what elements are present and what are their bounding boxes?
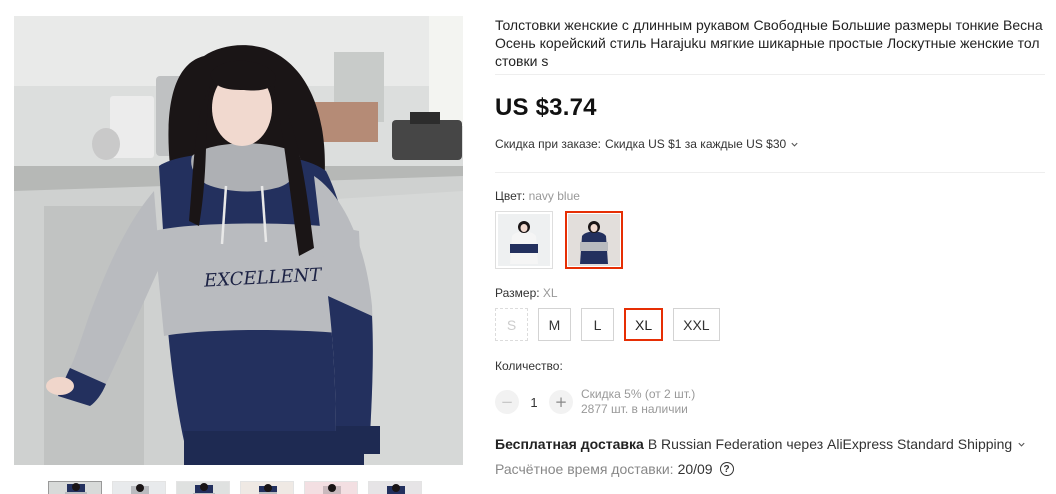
- gallery-thumb-1[interactable]: [48, 481, 102, 494]
- size-label-text: Размер:: [495, 286, 540, 300]
- thumbnail-strip: [48, 481, 422, 494]
- shipping-selector[interactable]: Бесплатная доставка В Russian Federation…: [495, 436, 1026, 452]
- stock-note: 2877 шт. в наличии: [581, 402, 688, 416]
- gallery-thumb-5[interactable]: [304, 481, 358, 494]
- size-option-l[interactable]: L: [581, 308, 614, 341]
- bulk-discount-note: Скидка 5% (от 2 шт.): [581, 387, 696, 401]
- size-option-m[interactable]: M: [538, 308, 571, 341]
- free-shipping-label: Бесплатная доставка: [495, 436, 644, 452]
- product-info: Толстовки женские с длинным рукавом Своб…: [495, 16, 1045, 70]
- product-price: US $3.74: [495, 94, 597, 121]
- shipping-details: В Russian Federation через AliExpress St…: [647, 436, 1013, 452]
- size-label: Размер: XL: [495, 286, 558, 300]
- product-main-image[interactable]: EXCELLENT: [14, 16, 463, 465]
- gallery-thumb-3[interactable]: [176, 481, 230, 494]
- quantity-value[interactable]: 1: [519, 395, 549, 410]
- order-discount[interactable]: Скидка при заказе: Скидка US $1 за кажды…: [495, 137, 799, 151]
- section-divider: [495, 172, 1045, 173]
- quantity-decrease-button[interactable]: −: [495, 390, 519, 414]
- product-title: Толстовки женские с длинным рукавом Своб…: [495, 17, 1043, 69]
- discount-value: Скидка US $1 за каждые US $30: [604, 137, 787, 151]
- gallery-thumb-2[interactable]: [112, 481, 166, 494]
- gallery-thumb-4[interactable]: [240, 481, 294, 494]
- size-option-xxl[interactable]: XXL: [673, 308, 720, 341]
- eta-label: Расчётное время доставки:: [495, 461, 674, 477]
- color-swatches: [495, 211, 623, 269]
- color-label: Цвет: navy blue: [495, 189, 580, 203]
- color-swatch-2[interactable]: [565, 211, 623, 269]
- chevron-down-icon: [1018, 442, 1025, 447]
- size-selected-value: XL: [542, 286, 558, 300]
- title-divider: [495, 74, 1045, 75]
- eta-date: 20/09: [677, 461, 713, 477]
- color-label-text: Цвет:: [495, 189, 526, 203]
- size-options: S M L XL XXL: [495, 308, 720, 341]
- discount-label: Скидка при заказе:: [495, 137, 601, 151]
- color-swatch-1[interactable]: [495, 211, 553, 269]
- quantity-increase-button[interactable]: +: [549, 390, 573, 414]
- color-selected-value: navy blue: [528, 189, 580, 203]
- size-option-xl[interactable]: XL: [624, 308, 664, 341]
- size-option-s[interactable]: S: [495, 308, 528, 341]
- delivery-estimate: Расчётное время доставки: 20/09 ?: [495, 461, 734, 477]
- quantity-label: Количество:: [495, 359, 563, 373]
- gallery-thumb-6[interactable]: [368, 481, 422, 494]
- quantity-stepper: − 1 + Скидка 5% (от 2 шт.) 2877 шт. в на…: [495, 387, 695, 417]
- help-icon[interactable]: ?: [719, 462, 734, 476]
- quantity-notes: Скидка 5% (от 2 шт.) 2877 шт. в наличии: [581, 387, 695, 417]
- chevron-down-icon: [791, 142, 798, 147]
